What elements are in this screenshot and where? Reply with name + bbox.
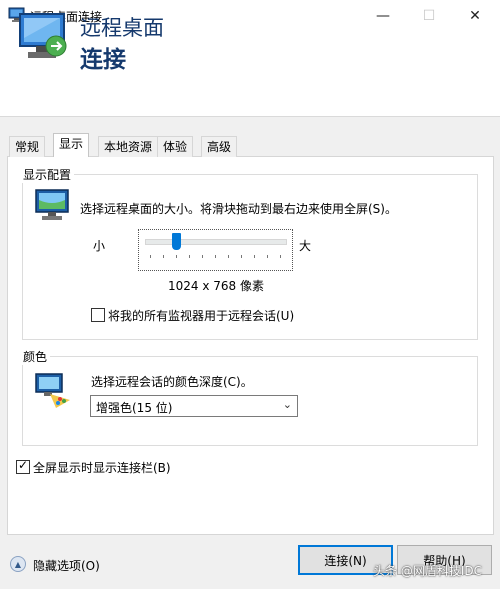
tab-experience[interactable]: 体验 — [157, 136, 194, 157]
banner-title-line2: 连接 — [80, 47, 126, 73]
color-depth-select[interactable]: 增强色(15 位) ⌄ — [90, 395, 298, 417]
watermark: 头条 @网盾科技IDC — [373, 564, 482, 578]
slider-tick — [176, 255, 177, 258]
collapse-options-icon[interactable]: ▲ — [10, 556, 26, 572]
slider-track — [145, 239, 287, 245]
connection-bar-label[interactable]: 全屏显示时显示连接栏(B) — [33, 459, 171, 476]
hide-options-link[interactable]: 隐藏选项(O) — [33, 557, 100, 574]
color-depth-description: 选择远程会话的颜色深度(C)。 — [91, 375, 253, 389]
connection-bar-checkbox[interactable]: ✓ — [16, 458, 30, 474]
slider-tick — [202, 255, 203, 258]
slider-thumb[interactable] — [171, 233, 181, 250]
tab-local-resources[interactable]: 本地资源 — [98, 136, 159, 157]
slider-tick — [150, 255, 151, 258]
slider-tick — [241, 255, 242, 258]
slider-tick — [228, 255, 229, 258]
display-config-title: 显示配置 — [20, 166, 75, 183]
close-icon: ✕ — [469, 7, 481, 24]
display-size-description: 选择远程桌面的大小。将滑块拖动到最右边来使用全屏(S)。 — [80, 202, 397, 216]
checkmark-icon: ✓ — [18, 458, 29, 472]
banner-title-line1: 远程桌面 — [80, 16, 164, 40]
color-depth-value: 增强色(15 位) — [96, 401, 173, 415]
tab-general[interactable]: 常规 — [9, 136, 46, 157]
colors-title: 颜色 — [20, 348, 51, 365]
minimize-button[interactable]: — — [360, 0, 406, 31]
tab-display[interactable]: 显示 — [53, 133, 90, 157]
close-button[interactable]: ✕ — [452, 0, 498, 31]
all-monitors-label[interactable]: 将我的所有监视器用于远程会话(U) — [108, 307, 294, 324]
maximize-icon: ☐ — [422, 7, 436, 24]
chevron-down-icon: ⌄ — [282, 398, 292, 411]
slider-large-label: 大 — [299, 239, 312, 253]
minimize-icon: — — [376, 7, 390, 24]
maximize-button[interactable]: ☐ — [406, 0, 452, 31]
slider-tick — [189, 255, 190, 258]
tab-advanced[interactable]: 高级 — [201, 136, 238, 157]
slider-tick — [254, 255, 255, 258]
slider-tick — [280, 255, 281, 258]
all-monitors-checkbox[interactable] — [91, 308, 105, 322]
display-size-slider[interactable] — [138, 229, 293, 271]
monitor-icon — [34, 188, 72, 224]
slider-small-label: 小 — [93, 239, 106, 253]
slider-tick — [267, 255, 268, 258]
resolution-label: 1024 x 768 像素 — [168, 279, 264, 293]
slider-tick — [215, 255, 216, 258]
remote-desktop-logo-icon — [16, 10, 72, 66]
slider-tick — [163, 255, 164, 258]
color-palette-icon — [34, 372, 72, 410]
header-banner — [0, 31, 500, 117]
